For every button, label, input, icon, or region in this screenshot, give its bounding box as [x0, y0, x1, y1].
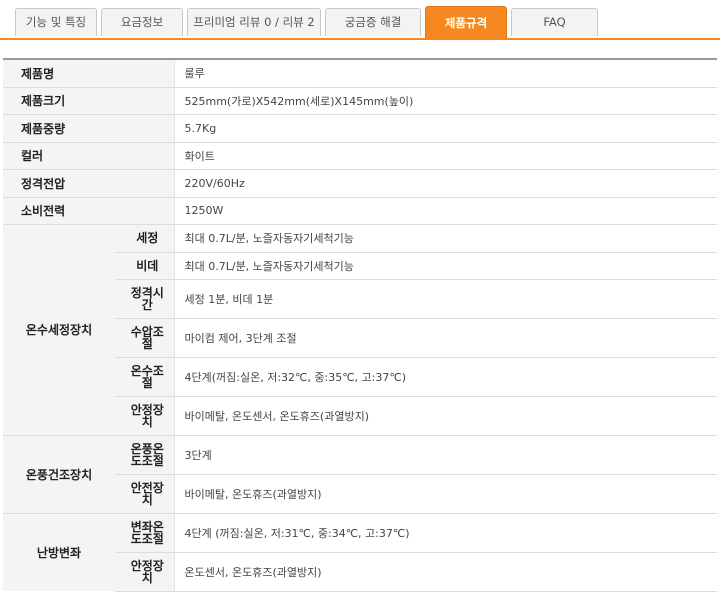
spec-value: 온도센서, 온도휴즈(과열방지) — [173, 551, 717, 592]
spec-row-wash: 온수세정장치 세정 최대 0.7L/분, 노즐자동자기세척기능 — [3, 223, 717, 435]
sub-label: 안정장치 — [115, 551, 175, 592]
spec-label: 제품중량 — [3, 113, 174, 142]
sub-label: 온수조절 — [115, 356, 175, 396]
spec-value: 룰루 — [173, 58, 717, 87]
spec-value: 화이트 — [173, 141, 717, 169]
sub-label: 변좌온도조절 — [115, 512, 175, 552]
spec-row-product-weight: 제품중량 5.7Kg — [3, 113, 717, 142]
spec-value: 220V/60Hz — [173, 168, 717, 197]
tab-reviews[interactable]: 프리미엄 리뷰 0 / 리뷰 2 — [187, 8, 321, 36]
spec-value: 최대 0.7L/분, 노즐자동자기세척기능 — [173, 223, 717, 252]
spec-value: 세정 1분, 비데 1분 — [173, 278, 717, 318]
spec-row-rated-voltage: 정격전압 220V/60Hz — [3, 168, 717, 197]
tab-faq[interactable]: FAQ — [511, 8, 598, 36]
sub-label: 비데 — [115, 251, 175, 279]
spec-row-product-name: 제품명 룰루 — [3, 58, 717, 87]
sub-label: 세정 — [115, 223, 175, 252]
spec-value: 4단계 (꺼짐:실온, 저:31℃, 중:34℃, 고:37℃) — [173, 512, 717, 552]
spec-row-air-temp: 온풍건조장치 온풍온도조절 3단계 — [3, 434, 717, 513]
tab-specifications[interactable]: 제품규격 — [425, 6, 507, 40]
sub-label: 수압조절 — [115, 317, 175, 357]
tab-qna[interactable]: 궁금증 해결 — [325, 8, 421, 36]
spec-label: 컬러 — [3, 141, 174, 169]
tab-bar: 기능 및 특징 요금정보 프리미엄 리뷰 0 / 리뷰 2 궁금증 해결 제품규… — [0, 0, 720, 40]
spec-label: 제품크기 — [3, 86, 174, 114]
sub-label: 안정장치 — [115, 395, 175, 435]
spec-row-power-consumption: 소비전력 1250W — [3, 196, 717, 224]
group-label-warm-water-wash: 온수세정장치 — [3, 223, 115, 435]
group-label-warm-air-dry: 온풍건조장치 — [3, 434, 115, 513]
spec-value: 5.7Kg — [173, 113, 717, 142]
tab-underline — [0, 38, 720, 40]
spec-label: 정격전압 — [3, 168, 174, 197]
spec-row-color: 컬러 화이트 — [3, 141, 717, 169]
spec-value: 바이메탈, 온도센서, 온도휴즈(과열방지) — [173, 395, 717, 435]
spec-value: 525mm(가로)X542mm(세로)X145mm(높이) — [173, 86, 717, 114]
spec-value: 3단계 — [173, 434, 717, 474]
spec-table: 제품명 룰루 제품크기 525mm(가로)X542mm(세로)X145mm(높이… — [3, 58, 717, 592]
spec-value: 바이메탈, 온도휴즈(과열방지) — [173, 473, 717, 513]
spec-value: 4단계(꺼짐:실온, 저:32℃, 중:35℃, 고:37℃) — [173, 356, 717, 396]
tab-pricing[interactable]: 요금정보 — [101, 8, 183, 36]
spec-value: 1250W — [173, 196, 717, 224]
sub-label: 정격시간 — [115, 278, 175, 318]
spec-label: 소비전력 — [3, 196, 174, 224]
group-label-heated-seat: 난방변좌 — [3, 512, 115, 591]
sub-label: 안전장치 — [115, 473, 175, 513]
spec-value: 최대 0.7L/분, 노즐자동자기세척기능 — [173, 251, 717, 279]
sub-label: 온풍온도조절 — [115, 434, 175, 474]
spec-value: 마이컴 제어, 3단계 조절 — [173, 317, 717, 357]
spec-row-seat-temp: 난방변좌 변좌온도조절 4단계 (꺼짐:실온, 저:31℃, 중:34℃, 고:… — [3, 512, 717, 591]
spec-label: 제품명 — [3, 58, 174, 87]
spec-row-product-size: 제품크기 525mm(가로)X542mm(세로)X145mm(높이) — [3, 86, 717, 114]
tab-features[interactable]: 기능 및 특징 — [15, 8, 97, 36]
